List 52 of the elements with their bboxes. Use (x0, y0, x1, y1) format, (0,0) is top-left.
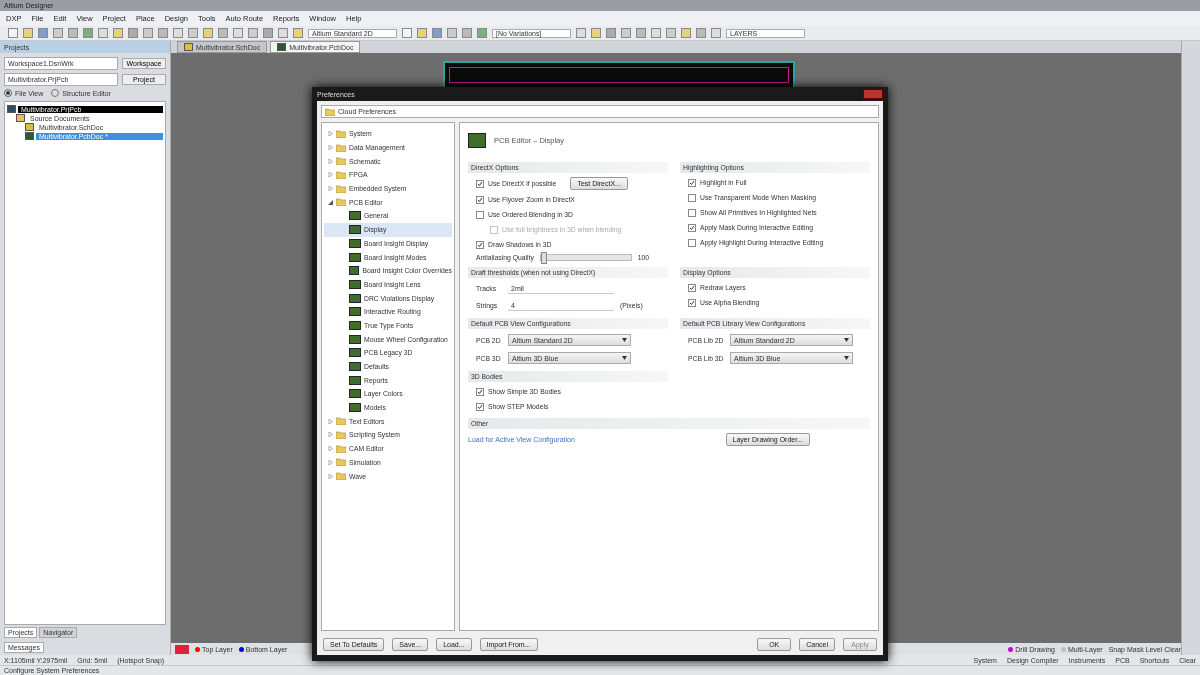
page-icon (349, 211, 361, 221)
checkbox[interactable] (476, 195, 484, 204)
checkbox[interactable] (688, 283, 696, 292)
checkbox[interactable] (476, 179, 484, 188)
expand-icon[interactable] (328, 145, 333, 151)
dropdown-arrow-icon (622, 338, 627, 342)
expand-icon[interactable] (328, 172, 333, 178)
document-icon (184, 43, 193, 51)
page-icon (468, 133, 486, 148)
checkbox[interactable] (688, 178, 696, 187)
checkbox[interactable] (688, 208, 696, 217)
page-icon (349, 334, 361, 344)
checkbox[interactable] (476, 240, 484, 249)
collapse-icon[interactable] (328, 199, 333, 205)
expand-icon[interactable] (328, 459, 333, 465)
radio-button[interactable] (4, 89, 12, 97)
expand-icon[interactable] (328, 186, 333, 192)
page-icon (349, 320, 361, 330)
checkbox[interactable] (476, 402, 484, 411)
close-button[interactable] (863, 89, 883, 99)
document-icon (277, 43, 287, 51)
page-icon (349, 375, 361, 385)
page-icon (349, 307, 361, 317)
expand-icon[interactable] (328, 446, 333, 452)
checkbox[interactable] (688, 238, 696, 247)
layer-color-swatch (175, 644, 189, 654)
page-icon (349, 252, 361, 262)
page-icon (349, 389, 361, 399)
page-icon (349, 362, 361, 372)
expand-icon[interactable] (328, 418, 333, 424)
page-icon (349, 403, 361, 413)
page-icon (349, 266, 360, 276)
expand-icon[interactable] (328, 158, 333, 164)
page-icon (349, 225, 361, 235)
expand-icon[interactable] (328, 473, 333, 479)
slider-thumb[interactable] (540, 252, 547, 264)
dropdown-arrow-icon (844, 338, 849, 342)
page-icon (349, 238, 361, 248)
dropdown-arrow-icon (622, 356, 627, 360)
page-icon (349, 293, 361, 303)
checkbox[interactable] (688, 193, 696, 202)
folder-icon (325, 107, 335, 116)
slider-track[interactable] (539, 254, 632, 261)
page-icon (349, 279, 361, 289)
expand-icon[interactable] (328, 432, 333, 438)
checkbox[interactable] (688, 298, 696, 307)
expand-icon[interactable] (328, 131, 333, 137)
checkbox[interactable] (476, 387, 484, 396)
page-icon (349, 348, 361, 358)
checkbox[interactable] (688, 223, 696, 232)
dropdown-arrow-icon (844, 356, 849, 360)
checkbox[interactable] (476, 210, 484, 219)
